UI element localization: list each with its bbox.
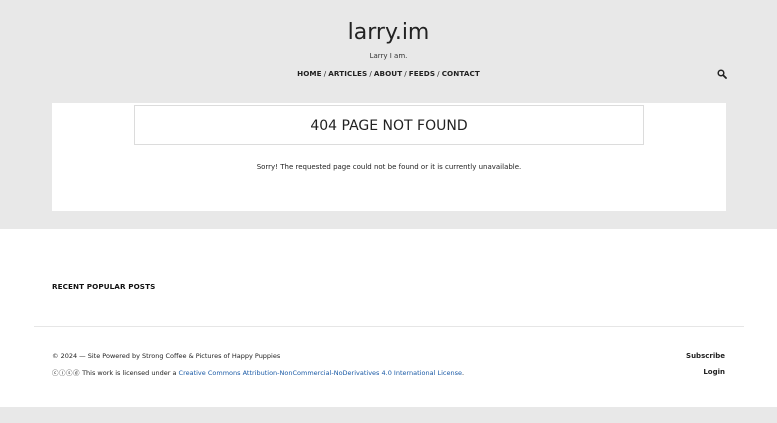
page-title: 404 PAGE NOT FOUND bbox=[134, 105, 644, 145]
license-text: ⓒⓘⓢⓓ This work is licensed under a Creat… bbox=[52, 367, 464, 377]
footer-area: RECENT POPULAR POSTS © 2024 — Site Power… bbox=[0, 229, 777, 407]
creative-commons-icon[interactable]: ⓒⓘⓢⓓ bbox=[52, 369, 80, 377]
nav-separator: / bbox=[404, 69, 407, 78]
nav-item-about[interactable]: ABOUT bbox=[374, 69, 402, 78]
license-prefix: This work is licensed under a bbox=[82, 369, 177, 377]
content-card: 404 PAGE NOT FOUND Sorry! The requested … bbox=[52, 103, 726, 211]
main-nav: HOME / ARTICLES / ABOUT / FEEDS / CONTACT bbox=[0, 69, 777, 78]
nav-item-feeds[interactable]: FEEDS bbox=[409, 69, 435, 78]
copyright-text: © 2024 — Site Powered by Strong Coffee &… bbox=[52, 352, 281, 360]
nav-separator: / bbox=[437, 69, 440, 78]
license-link[interactable]: Creative Commons Attribution-NonCommerci… bbox=[179, 369, 462, 377]
nav-item-contact[interactable]: CONTACT bbox=[442, 69, 480, 78]
search-icon[interactable] bbox=[717, 69, 727, 79]
error-message: Sorry! The requested page could not be f… bbox=[256, 163, 522, 171]
divider bbox=[34, 326, 744, 327]
nav-item-home[interactable]: HOME bbox=[297, 69, 322, 78]
subscribe-link[interactable]: Subscribe bbox=[686, 352, 725, 360]
bottom-strip bbox=[0, 407, 777, 423]
site-title[interactable]: larry.im bbox=[0, 20, 777, 45]
login-link[interactable]: Login bbox=[703, 368, 725, 376]
recent-posts-heading: RECENT POPULAR POSTS bbox=[52, 282, 156, 291]
nav-item-articles[interactable]: ARTICLES bbox=[328, 69, 367, 78]
nav-separator: / bbox=[323, 69, 327, 78]
header-area: larry.im Larry I am. HOME / ARTICLES / ABOUT… bbox=[0, 0, 777, 229]
license-suffix: . bbox=[461, 369, 465, 377]
site-tagline: Larry I am. bbox=[369, 52, 408, 60]
nav-separator: / bbox=[369, 69, 372, 78]
